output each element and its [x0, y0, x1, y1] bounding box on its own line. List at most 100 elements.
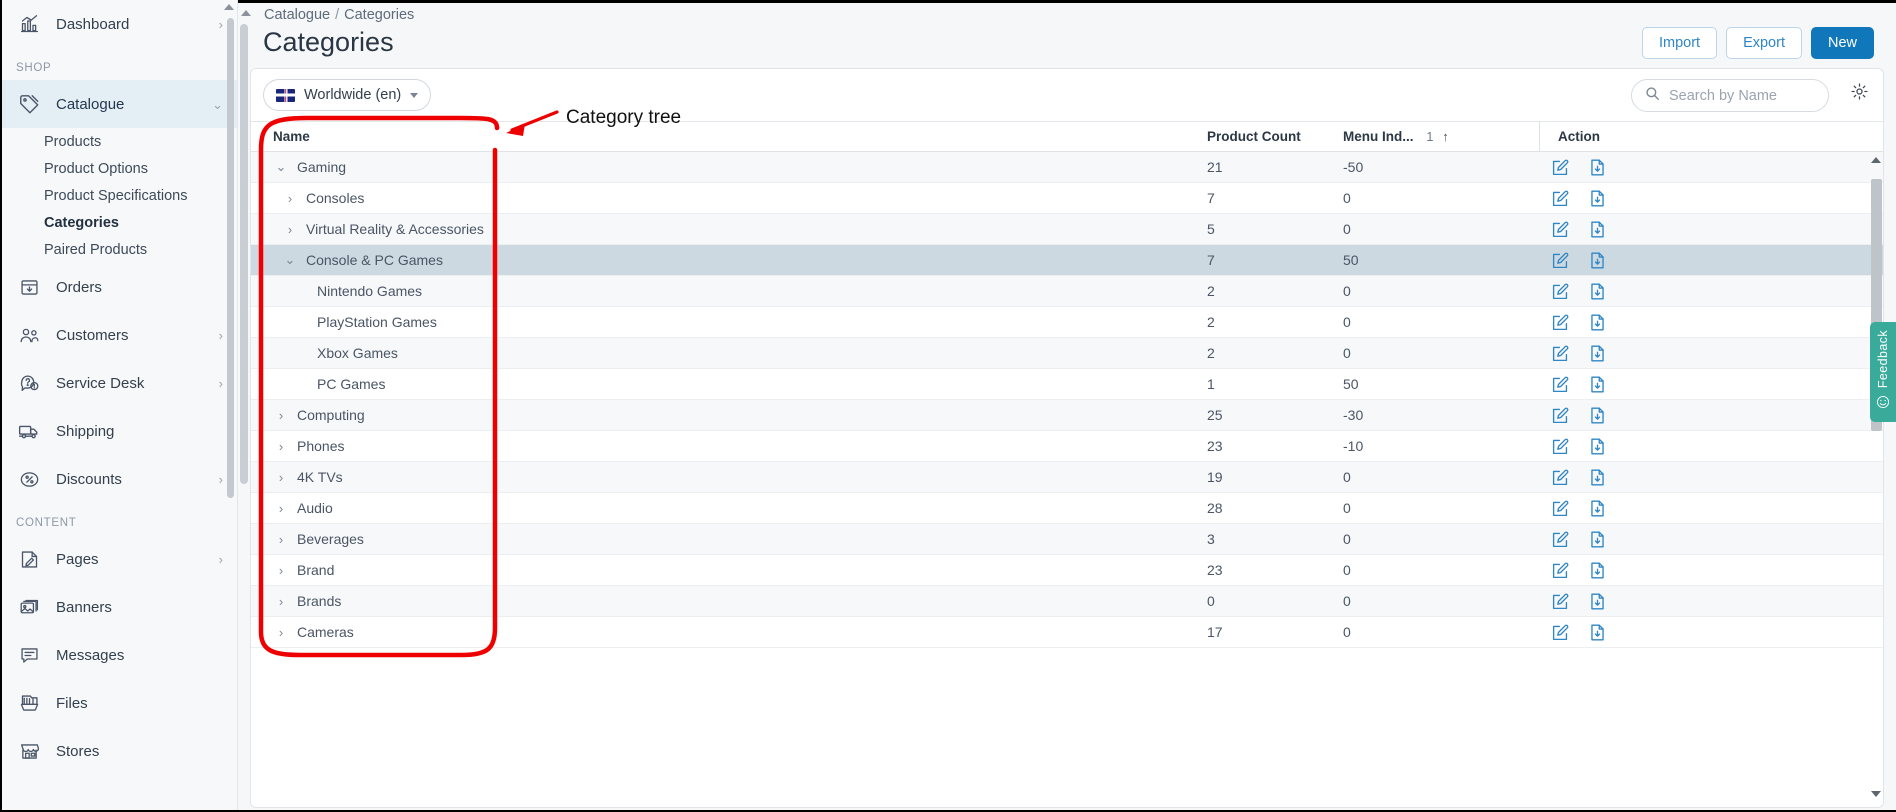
- chevron-right-icon[interactable]: ›: [273, 408, 289, 423]
- table-row[interactable]: › Beverages 3 0: [251, 524, 1883, 555]
- sidebar-item-banners[interactable]: Banners: [0, 583, 237, 631]
- export-button[interactable]: Export: [1726, 27, 1802, 59]
- chevron-down-icon[interactable]: ⌄: [282, 252, 298, 268]
- table-row[interactable]: › Brands 0 0: [251, 586, 1883, 617]
- sidebar-item-pages[interactable]: Pages ›: [0, 535, 237, 583]
- download-icon[interactable]: [1588, 344, 1607, 363]
- import-button[interactable]: Import: [1641, 27, 1718, 59]
- table-row[interactable]: › Virtual Reality & Accessories 5 0: [251, 214, 1883, 245]
- sidebar-subitem-categories[interactable]: Categories: [0, 209, 237, 236]
- sidebar-item-files[interactable]: Files: [0, 679, 237, 727]
- cell-menu-index: 0: [1343, 593, 1351, 609]
- chevron-right-icon[interactable]: ›: [282, 222, 298, 237]
- table-row[interactable]: Nintendo Games 2 0: [251, 276, 1883, 307]
- sidebar-item-label: Discounts: [56, 470, 122, 488]
- chevron-right-icon[interactable]: ›: [273, 470, 289, 485]
- download-icon[interactable]: [1588, 158, 1607, 177]
- sidebar-subitem-products[interactable]: Products: [0, 128, 237, 155]
- sidebar-item-shipping[interactable]: Shipping: [0, 407, 237, 455]
- sidebar-scrollbar-thumb[interactable]: [227, 18, 234, 498]
- users-icon: [16, 322, 42, 348]
- column-header-name[interactable]: Name: [251, 129, 1199, 144]
- sidebar-item-orders[interactable]: Orders: [0, 263, 237, 311]
- table-scroll-down-arrow[interactable]: [1871, 791, 1881, 797]
- chevron-right-icon[interactable]: ›: [273, 501, 289, 516]
- download-icon[interactable]: [1588, 592, 1607, 611]
- edit-icon[interactable]: [1551, 530, 1570, 549]
- chevron-right-icon[interactable]: ›: [273, 532, 289, 547]
- edit-icon[interactable]: [1551, 313, 1570, 332]
- edit-icon[interactable]: [1551, 282, 1570, 301]
- download-icon[interactable]: [1588, 313, 1607, 332]
- table-row[interactable]: PlayStation Games 2 0: [251, 307, 1883, 338]
- breadcrumb-current[interactable]: Categories: [344, 7, 414, 23]
- table-row[interactable]: › Audio 28 0: [251, 493, 1883, 524]
- main-scrollbar-thumb[interactable]: [240, 24, 248, 484]
- chevron-right-icon[interactable]: ›: [282, 191, 298, 206]
- table-row[interactable]: › Phones 23 -10: [251, 431, 1883, 462]
- chevron-right-icon[interactable]: ›: [273, 563, 289, 578]
- download-icon[interactable]: [1588, 530, 1607, 549]
- edit-icon[interactable]: [1551, 468, 1570, 487]
- chevron-right-icon[interactable]: ›: [273, 625, 289, 640]
- breadcrumb-parent[interactable]: Catalogue: [264, 7, 330, 23]
- edit-icon[interactable]: [1551, 251, 1570, 270]
- sidebar-item-discounts[interactable]: Discounts ›: [0, 455, 237, 503]
- sidebar-item-stores[interactable]: Stores: [0, 727, 237, 775]
- table-row[interactable]: › 4K TVs 19 0: [251, 462, 1883, 493]
- download-icon[interactable]: [1588, 406, 1607, 425]
- sidebar-item-customers[interactable]: Customers ›: [0, 311, 237, 359]
- table-row[interactable]: › Computing 25 -30: [251, 400, 1883, 431]
- edit-icon[interactable]: [1551, 344, 1570, 363]
- download-icon[interactable]: [1588, 561, 1607, 580]
- download-icon[interactable]: [1588, 189, 1607, 208]
- download-icon[interactable]: [1588, 251, 1607, 270]
- download-icon[interactable]: [1588, 499, 1607, 518]
- edit-icon[interactable]: [1551, 189, 1570, 208]
- table-row[interactable]: › Consoles 7 0: [251, 183, 1883, 214]
- table-row[interactable]: Xbox Games 2 0: [251, 338, 1883, 369]
- edit-icon[interactable]: [1551, 623, 1570, 642]
- download-icon[interactable]: [1588, 220, 1607, 239]
- chevron-right-icon[interactable]: ›: [273, 594, 289, 609]
- download-icon[interactable]: [1588, 282, 1607, 301]
- download-icon[interactable]: [1588, 623, 1607, 642]
- download-icon[interactable]: [1588, 375, 1607, 394]
- table-row[interactable]: ⌄ Console & PC Games 7 50: [251, 245, 1883, 276]
- search-input[interactable]: [1669, 87, 1819, 104]
- sidebar-item-dashboard[interactable]: Dashboard ›: [0, 0, 237, 48]
- cell-name: ⌄ Gaming: [251, 159, 1199, 175]
- column-header-product-count[interactable]: Product Count: [1199, 129, 1335, 144]
- edit-icon[interactable]: [1551, 375, 1570, 394]
- new-button[interactable]: New: [1810, 27, 1874, 59]
- edit-icon[interactable]: [1551, 592, 1570, 611]
- feedback-tab[interactable]: Feedback: [1870, 322, 1896, 422]
- sidebar-item-messages[interactable]: Messages: [0, 631, 237, 679]
- cell-menu-index: -50: [1343, 159, 1364, 175]
- edit-icon[interactable]: [1551, 437, 1570, 456]
- chevron-right-icon[interactable]: ›: [273, 439, 289, 454]
- table-row[interactable]: › Cameras 17 0: [251, 617, 1883, 648]
- table-row[interactable]: › Brand 23 0: [251, 555, 1883, 586]
- sidebar-item-catalogue[interactable]: Catalogue ⌄: [0, 80, 237, 128]
- edit-icon[interactable]: [1551, 499, 1570, 518]
- search-box[interactable]: [1631, 79, 1829, 112]
- edit-icon[interactable]: [1551, 406, 1570, 425]
- edit-icon[interactable]: [1551, 158, 1570, 177]
- locale-selector[interactable]: Worldwide (en): [263, 79, 432, 111]
- sidebar-subitem-product-specifications[interactable]: Product Specifications: [0, 182, 237, 209]
- box-download-icon: [16, 274, 42, 300]
- download-icon[interactable]: [1588, 437, 1607, 456]
- download-icon[interactable]: [1588, 468, 1607, 487]
- edit-icon[interactable]: [1551, 220, 1570, 239]
- table-row[interactable]: ⌄ Gaming 21 -50: [251, 152, 1883, 183]
- main-scroll-up-arrow[interactable]: [241, 10, 251, 16]
- edit-icon[interactable]: [1551, 561, 1570, 580]
- sidebar-subitem-paired-products[interactable]: Paired Products: [0, 236, 237, 263]
- column-header-menu-index[interactable]: Menu Ind... 1 ↑: [1335, 129, 1539, 144]
- table-row[interactable]: PC Games 1 50: [251, 369, 1883, 400]
- gear-icon[interactable]: [1850, 82, 1869, 106]
- chevron-down-icon[interactable]: ⌄: [273, 159, 289, 175]
- sidebar-subitem-product-options[interactable]: Product Options: [0, 155, 237, 182]
- sidebar-item-service-desk[interactable]: Service Desk ›: [0, 359, 237, 407]
